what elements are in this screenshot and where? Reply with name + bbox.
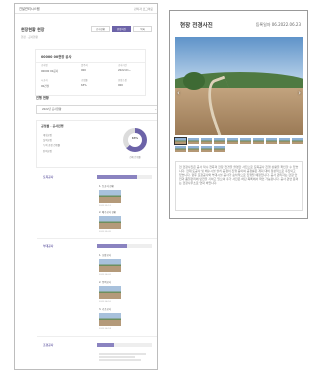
tab-photos[interactable]: 현장사진 (112, 26, 131, 32)
photo-thumbnail[interactable] (253, 138, 264, 144)
period-select-value: 2022년 공사현황 (42, 108, 62, 111)
photo-thumbnail[interactable] (214, 146, 225, 152)
photo-thumbnail[interactable] (266, 138, 277, 144)
photo-detail-panel: 현장 전경사진 등록일자 06.2022.06.23 ‹ › 현 현장사진은 공… (169, 10, 308, 219)
group-label: 토목공사 (43, 175, 54, 179)
progress-percent: 63% (131, 137, 139, 140)
list-item[interactable]: 1. 토공사 현황 2022.05.12 (99, 184, 151, 207)
list-item[interactable]: 3. 기초공사 2022.06.18 (99, 307, 151, 330)
group-progress-bar (97, 343, 152, 347)
info-field: 공사기간 2022.01~ (118, 64, 131, 72)
photo-thumbnail[interactable] (174, 137, 187, 145)
list-item[interactable]: 2. 배수공사 현황 2022.05.20 (99, 210, 151, 233)
info-field: 공정률 63% (81, 79, 88, 87)
group-progress-bar (97, 175, 152, 179)
project-info-title: 00000 00현장 공사 (36, 50, 145, 63)
list-item[interactable]: 2. 옹벽공사 2022.06.10 (99, 280, 151, 303)
next-photo-icon[interactable]: › (298, 89, 301, 97)
status-legend-item: 잔여공정 (43, 149, 52, 153)
project-info-card: 00000 00현장 공사 공사명 00000 00공사 발주처 000 공사기간 2… (35, 49, 146, 96)
info-field: 시공사 00건설 (41, 79, 50, 88)
photo-thumbnail[interactable] (201, 146, 212, 152)
user-menu[interactable]: 관리자 로그아웃 (134, 7, 153, 11)
info-field: 현장소장 000 (118, 79, 127, 87)
photo-thumbnail[interactable] (227, 138, 238, 144)
photo-thumbnail[interactable] (99, 190, 121, 203)
section-label: 진행 현황 (36, 96, 49, 100)
chevron-down-icon: ⌄ (154, 107, 157, 111)
top-bar: 건설관리시스템 관리자 로그아웃 (15, 4, 157, 14)
photo-thumbnail[interactable] (175, 146, 186, 152)
list-item-placeholder (99, 351, 151, 362)
progress-donut (123, 128, 147, 152)
tab-status[interactable]: 공사현황 (91, 26, 110, 32)
status-legend: 계획공정 실적공정 누적 공정 진행률 잔여공정 (43, 133, 60, 154)
photo-thumbnail[interactable] (188, 146, 199, 152)
period-select[interactable]: 2022년 공사현황 ⌄ (36, 105, 157, 114)
main-photo[interactable]: ‹ › (175, 37, 303, 135)
project-overview-panel: 건설관리시스템 관리자 로그아웃 현장현황 현장 현장 · 공사현황 공사현황 … (14, 3, 158, 370)
divider (37, 336, 157, 337)
divider (37, 238, 157, 239)
thumbnail-strip (174, 137, 303, 152)
list-item[interactable]: 1. 포장공사 2022.06.02 (99, 253, 151, 276)
view-tabs: 공사현황 현장사진 목록 (91, 26, 152, 32)
photo-thumbnail[interactable] (99, 259, 121, 272)
status-legend-item: 누적 공정 진행률 (43, 144, 60, 148)
photo-thumbnail[interactable] (99, 313, 121, 326)
photo-description: 현 현장사진은 공사 착수 전후의 현장 전경을 촬영한 사진으로 토목공사 진… (175, 161, 303, 211)
photo-thumbnail[interactable] (201, 138, 212, 144)
prev-photo-icon[interactable]: ‹ (177, 89, 180, 97)
page-title: 현장현황 현장 (21, 27, 45, 32)
progress-caption: 전체 진행률 (129, 156, 141, 159)
photo-thumbnail[interactable] (240, 138, 251, 144)
brand-logo[interactable]: 건설관리시스템 (19, 6, 40, 11)
tab-list[interactable]: 목록 (133, 26, 152, 32)
info-field: 공사명 00000 00공사 (41, 64, 59, 73)
photo-thumbnail[interactable] (99, 216, 121, 229)
photo-date: 등록일자 06.2022.06.23 (255, 22, 301, 27)
photo-thumbnail[interactable] (214, 138, 225, 144)
group-label: 조경공사 (43, 343, 54, 347)
photo-thumbnail[interactable] (188, 138, 199, 144)
photo-thumbnail[interactable] (279, 138, 290, 144)
info-field: 발주처 000 (81, 64, 88, 72)
group-progress-bar (97, 244, 152, 248)
photo-thumbnail[interactable] (292, 138, 303, 144)
breadcrumb: 현장 · 공사현황 (21, 36, 38, 39)
photo-thumbnail[interactable] (99, 286, 121, 299)
group-label: 부대공사 (43, 244, 54, 248)
progress-status-card: 공정률 · 공사진행 계획공정 실적공정 누적 공정 진행률 잔여공정 63% … (36, 120, 157, 168)
photo-detail-title: 현장 전경사진 (180, 23, 213, 29)
